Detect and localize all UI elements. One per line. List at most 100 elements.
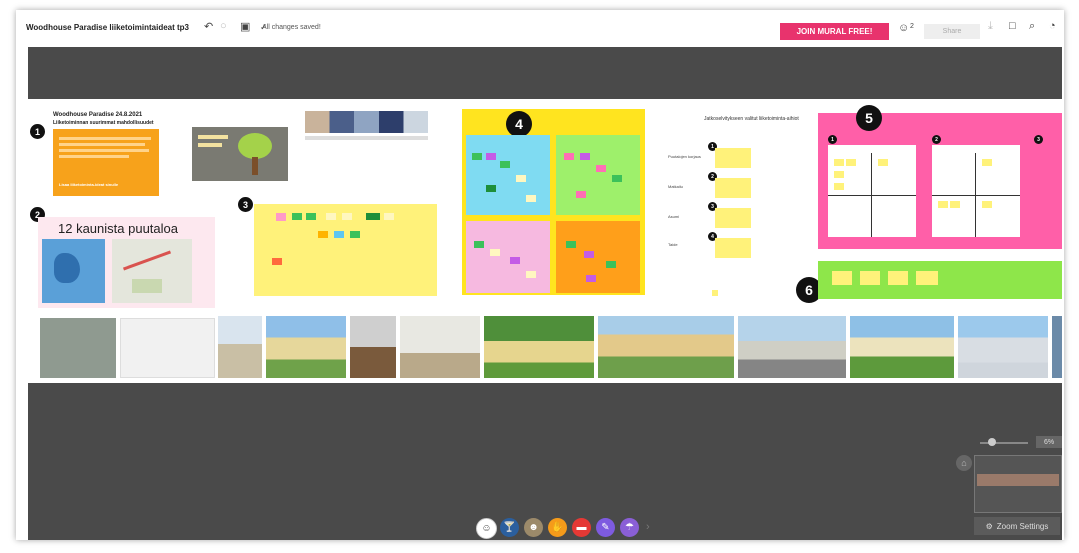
sticky-note[interactable] [500,161,510,168]
quadrant-pink[interactable] [466,221,550,293]
download-icon[interactable]: ⤓ [988,20,993,33]
building-photo[interactable] [218,316,262,378]
sticky-note[interactable] [950,201,960,208]
site-plan-image[interactable] [120,318,215,378]
sticky-note[interactable] [526,195,536,202]
redo-icon[interactable]: ○ [220,20,227,32]
street-map-image[interactable] [112,239,192,303]
sticky-note[interactable] [612,175,622,182]
sticky-note[interactable] [326,213,336,220]
canvas-empty-bottom[interactable] [28,383,1062,540]
building-photo[interactable] [958,316,1048,378]
sticky-note[interactable] [576,191,586,198]
canvas-empty-top[interactable] [28,47,1062,99]
sticky-note[interactable] [350,231,360,238]
sticky-note[interactable] [474,241,484,248]
sticky-note[interactable] [276,213,286,221]
section-3-card[interactable] [254,204,437,296]
interior-photo[interactable] [350,316,396,378]
sticky-note[interactable] [272,258,282,265]
section-6-card[interactable] [818,261,1062,299]
idea-card[interactable] [715,238,751,258]
lock-icon[interactable]: ⌂ [956,455,972,471]
aerial-photo[interactable] [40,318,116,378]
sticky-note[interactable] [938,201,948,208]
column-board[interactable] [932,145,1020,237]
sticky-note[interactable] [606,261,616,268]
sticky-note[interactable] [982,159,992,166]
zoom-slider-handle[interactable] [988,438,996,446]
building-photo[interactable] [1052,316,1062,378]
sticky-note[interactable] [584,251,594,258]
sticky-note[interactable] [510,257,520,264]
sticky-note[interactable] [306,213,316,220]
building-photo[interactable] [266,316,346,378]
sticky-note[interactable] [580,153,590,160]
sticky-note[interactable] [342,213,352,220]
zoom-percent[interactable]: 6% [1036,436,1062,448]
section-2-card[interactable]: 12 kaunista puutaloa [38,217,215,308]
idea-card[interactable] [715,148,751,168]
pen-icon[interactable]: ✎ [596,518,615,537]
sticky-note[interactable] [486,185,496,192]
sticky-note[interactable] [526,271,536,278]
sticky-note[interactable] [846,159,856,166]
column-board[interactable] [828,145,916,237]
chevron-right-icon[interactable]: › [646,521,650,533]
quadrant-blue[interactable] [466,135,550,215]
minimap-viewport[interactable] [977,474,1059,486]
comment-icon[interactable]: □ [1009,20,1016,32]
idea-card[interactable] [715,178,751,198]
photo-strip-small[interactable] [305,111,428,133]
board-title[interactable]: Woodhouse Paradise liiketoimintaideat tp… [26,23,189,32]
sticky-note[interactable] [596,165,606,172]
sticky-note[interactable] [834,183,844,190]
section-5-card[interactable]: 5 1 2 3 [818,105,1062,249]
sticky-note[interactable] [834,171,844,178]
sticky-note[interactable] [982,201,992,208]
sticky-note[interactable] [384,213,394,220]
zoom-settings-button[interactable]: ⚙ Zoom Settings [974,517,1060,535]
sticky-note[interactable] [834,159,844,166]
emoji-icon[interactable]: ☺ [476,518,497,539]
building-photo[interactable] [598,316,734,378]
sticky-note[interactable] [916,271,938,285]
tree-image[interactable] [192,127,288,181]
sticky-note[interactable] [490,249,500,256]
sticky-note[interactable] [860,271,880,285]
sticky-note[interactable] [334,231,344,238]
undo-icon[interactable]: ↶ [204,20,213,33]
sticky-note[interactable] [586,275,596,282]
hand-icon[interactable]: ✋ [548,518,567,537]
board-content[interactable]: 1 Woodhouse Paradise 24.8.2021 Liiketoim… [28,100,1062,382]
sticky-note[interactable] [292,213,302,220]
sticky-note[interactable] [366,213,380,220]
map-image[interactable] [42,239,105,303]
user-icon[interactable]: ☺ [898,22,909,34]
timer-icon[interactable]: ◔ [1049,20,1056,32]
sticky-note[interactable] [318,231,328,238]
idea-card[interactable] [715,208,751,228]
outline-icon[interactable]: ▣ [240,20,250,33]
interior-photo[interactable] [400,316,480,378]
sticky-note[interactable] [486,153,496,160]
section-1-card[interactable]: Lisaa liiketoiminta-ideat sinulle [53,129,159,196]
minimap[interactable] [974,455,1062,513]
section-4-card[interactable]: 4 [462,109,645,295]
sticky-note[interactable] [712,290,718,296]
sticky-note[interactable] [832,271,852,285]
quadrant-green[interactable] [556,135,640,215]
avatar-icon[interactable]: ☻ [524,518,543,537]
sticky-note[interactable] [516,175,526,182]
search-icon[interactable]: ⌕ [1029,20,1035,33]
sticky-note[interactable] [878,159,888,166]
umbrella-icon[interactable]: ☂ [620,518,639,537]
sticky-note[interactable] [564,153,574,160]
building-photo[interactable] [850,316,954,378]
cocktail-icon[interactable]: 🍸 [500,518,519,537]
sticker-icon[interactable]: ▬ [572,518,591,537]
sticky-note[interactable] [888,271,908,285]
quadrant-orange[interactable] [556,221,640,293]
street-photo[interactable] [738,316,846,378]
sticky-note[interactable] [566,241,576,248]
